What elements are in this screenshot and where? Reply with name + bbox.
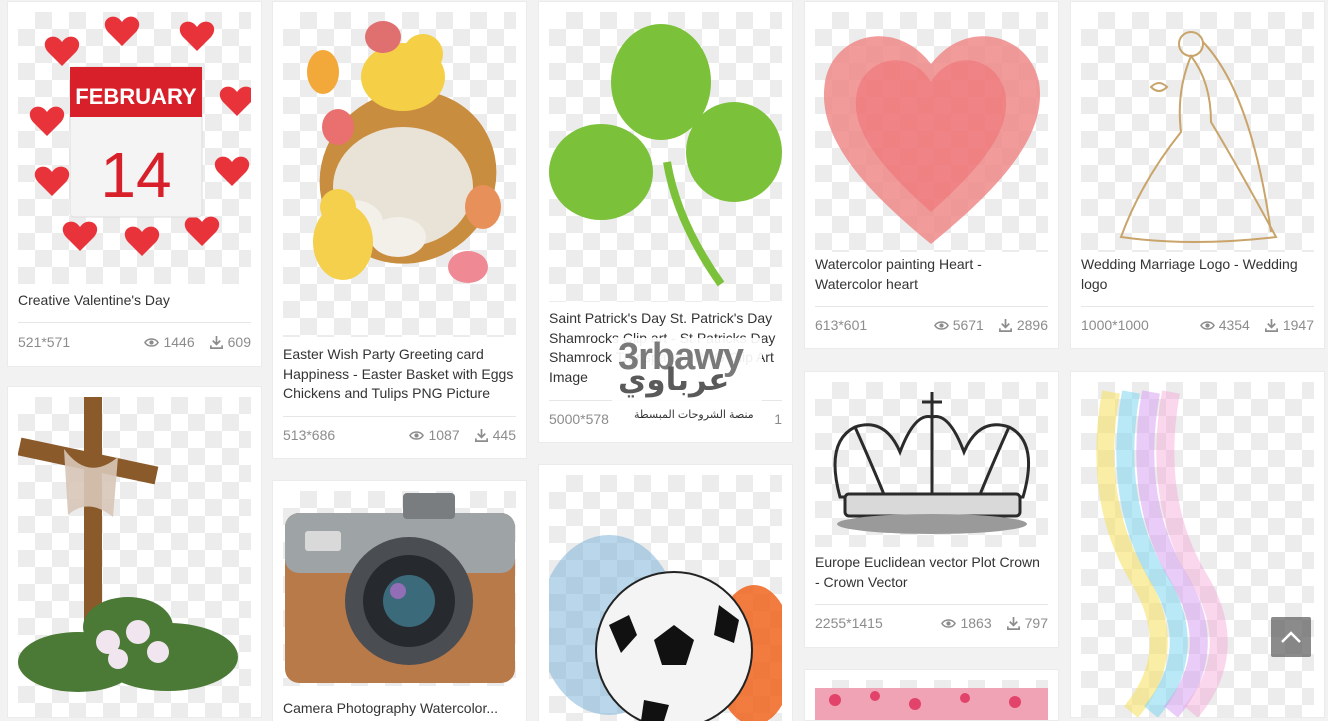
pink-hearts-image xyxy=(815,688,1048,720)
download-icon xyxy=(1006,616,1020,630)
image-dimensions: 513*686 xyxy=(283,427,336,443)
card-meta: 613*601 5671 2896 xyxy=(815,315,1048,335)
card-thumbnail[interactable] xyxy=(1081,382,1314,717)
card-title[interactable]: Wedding Marriage Logo - Wedding logo xyxy=(1081,255,1312,294)
divider xyxy=(815,604,1048,605)
shamrock-image xyxy=(549,24,782,287)
card-title[interactable]: Watercolor painting Heart - Watercolor h… xyxy=(815,255,1046,294)
card-thumbnail[interactable] xyxy=(815,382,1048,547)
download-icon xyxy=(998,318,1012,332)
eye-icon xyxy=(1199,320,1215,330)
card-title[interactable]: Europe Euclidean vector Plot Crown - Cro… xyxy=(815,553,1046,592)
easter-cross-image xyxy=(18,397,238,692)
divider xyxy=(283,416,516,417)
vintage-camera-image xyxy=(285,493,515,683)
easter-basket-image xyxy=(307,21,501,283)
download-icon xyxy=(209,335,223,349)
card-meta: 521*571 1446 609 xyxy=(18,332,251,352)
card-thumbnail[interactable] xyxy=(549,12,782,302)
image-card[interactable]: Wedding Marriage Logo - Wedding logo 100… xyxy=(1071,2,1324,348)
card-meta: 513*686 1087 445 xyxy=(283,425,516,445)
card-thumbnail[interactable] xyxy=(18,397,251,717)
download-count: 1947 xyxy=(1282,317,1314,333)
chevron-up-icon xyxy=(1281,631,1301,643)
download-icon xyxy=(1264,318,1278,332)
card-thumbnail[interactable] xyxy=(815,12,1048,252)
rainbow-swirl-image xyxy=(1096,390,1228,717)
bride-line-art-image xyxy=(1119,31,1278,243)
card-thumbnail[interactable] xyxy=(1081,12,1314,252)
download-icon xyxy=(474,428,488,442)
view-count: 1087 xyxy=(428,427,460,443)
valentine-calendar-image: FEBRUARY 14 xyxy=(29,16,251,256)
card-title[interactable]: Easter Wish Party Greeting card Happines… xyxy=(283,345,514,404)
card-title[interactable]: Creative Valentine's Day xyxy=(18,291,249,311)
download-count: 2896 xyxy=(1016,317,1048,333)
image-card[interactable] xyxy=(1071,372,1324,717)
download-count: 445 xyxy=(492,427,516,443)
image-card[interactable]: Camera Photography Watercolor... xyxy=(273,481,526,721)
image-card[interactable]: Europe Euclidean vector Plot Crown - Cro… xyxy=(805,372,1058,647)
view-count: 4354 xyxy=(1218,317,1250,333)
image-dimensions: 1000*1000 xyxy=(1081,317,1149,333)
image-card[interactable]: Watercolor painting Heart - Watercolor h… xyxy=(805,2,1058,348)
image-dimensions: 2255*1415 xyxy=(815,615,883,631)
card-meta: 2255*1415 1863 797 xyxy=(815,613,1048,633)
site-watermark: 3rbawy عرباوي منصة الشروحات المبسطة xyxy=(612,336,762,430)
image-card[interactable] xyxy=(539,465,792,721)
card-thumbnail[interactable]: FEBRUARY 14 xyxy=(18,12,251,284)
view-count: 1446 xyxy=(163,334,195,350)
eye-icon xyxy=(144,337,160,347)
image-card[interactable]: FEBRUARY 14 Creative Valentine's Day 521… xyxy=(8,2,261,366)
watermark-arabic: عرباوي xyxy=(618,362,730,397)
image-card[interactable]: Easter Wish Party Greeting card Happines… xyxy=(273,2,526,458)
image-dimensions: 613*601 xyxy=(815,317,868,333)
card-thumbnail[interactable] xyxy=(283,12,516,337)
image-dimensions: 521*571 xyxy=(18,334,71,350)
image-card[interactable] xyxy=(8,387,261,717)
svg-text:FEBRUARY: FEBRUARY xyxy=(75,84,197,109)
soccer-ball-image xyxy=(549,535,782,721)
card-thumbnail[interactable] xyxy=(815,680,1048,720)
image-card[interactable] xyxy=(805,670,1058,720)
watermark-subtitle: منصة الشروحات المبسطة xyxy=(634,409,754,421)
eye-icon xyxy=(941,618,957,628)
download-count: 609 xyxy=(227,334,251,350)
card-thumbnail[interactable] xyxy=(549,475,782,721)
crown-image xyxy=(833,392,1030,534)
download-count: 797 xyxy=(1024,615,1048,631)
divider xyxy=(18,322,251,323)
card-meta: 1000*1000 4354 1947 xyxy=(1081,315,1314,335)
eye-icon xyxy=(409,430,425,440)
eye-icon xyxy=(933,320,949,330)
scroll-to-top-button[interactable] xyxy=(1271,617,1311,657)
divider xyxy=(815,306,1048,307)
image-dimensions: 5000*578 xyxy=(549,411,609,427)
card-title[interactable]: Camera Photography Watercolor... xyxy=(283,699,514,719)
card-thumbnail[interactable] xyxy=(283,491,516,686)
view-count: 5671 xyxy=(952,317,984,333)
watercolor-heart-image xyxy=(823,36,1041,245)
download-count: 1 xyxy=(774,411,782,427)
view-count: 1863 xyxy=(960,615,992,631)
svg-text:14: 14 xyxy=(100,139,171,211)
divider xyxy=(1081,306,1314,307)
